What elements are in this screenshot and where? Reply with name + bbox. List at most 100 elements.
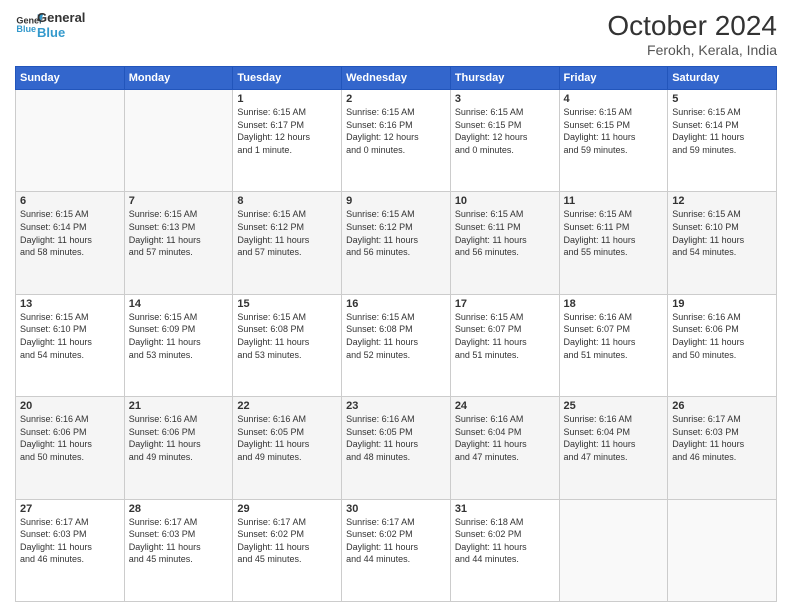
day-info: Sunrise: 6:16 AM Sunset: 6:04 PM Dayligh… bbox=[455, 413, 555, 463]
day-number: 5 bbox=[672, 93, 772, 105]
day-info: Sunrise: 6:16 AM Sunset: 6:06 PM Dayligh… bbox=[20, 413, 120, 463]
day-info: Sunrise: 6:17 AM Sunset: 6:03 PM Dayligh… bbox=[129, 516, 229, 566]
table-row: 15Sunrise: 6:15 AM Sunset: 6:08 PM Dayli… bbox=[233, 294, 342, 396]
day-number: 2 bbox=[346, 93, 446, 105]
day-info: Sunrise: 6:15 AM Sunset: 6:15 PM Dayligh… bbox=[455, 106, 555, 156]
table-row: 8Sunrise: 6:15 AM Sunset: 6:12 PM Daylig… bbox=[233, 192, 342, 294]
day-number: 21 bbox=[129, 400, 229, 412]
day-number: 31 bbox=[455, 503, 555, 515]
col-wednesday: Wednesday bbox=[342, 67, 451, 90]
table-row: 24Sunrise: 6:16 AM Sunset: 6:04 PM Dayli… bbox=[450, 397, 559, 499]
table-row: 22Sunrise: 6:16 AM Sunset: 6:05 PM Dayli… bbox=[233, 397, 342, 499]
table-row: 19Sunrise: 6:16 AM Sunset: 6:06 PM Dayli… bbox=[668, 294, 777, 396]
table-row bbox=[124, 90, 233, 192]
day-info: Sunrise: 6:15 AM Sunset: 6:11 PM Dayligh… bbox=[564, 208, 664, 258]
day-info: Sunrise: 6:15 AM Sunset: 6:17 PM Dayligh… bbox=[237, 106, 337, 156]
table-row: 10Sunrise: 6:15 AM Sunset: 6:11 PM Dayli… bbox=[450, 192, 559, 294]
day-info: Sunrise: 6:15 AM Sunset: 6:07 PM Dayligh… bbox=[455, 311, 555, 361]
col-friday: Friday bbox=[559, 67, 668, 90]
day-info: Sunrise: 6:17 AM Sunset: 6:03 PM Dayligh… bbox=[20, 516, 120, 566]
day-number: 4 bbox=[564, 93, 664, 105]
table-row: 14Sunrise: 6:15 AM Sunset: 6:09 PM Dayli… bbox=[124, 294, 233, 396]
day-number: 6 bbox=[20, 195, 120, 207]
day-number: 13 bbox=[20, 298, 120, 310]
day-number: 14 bbox=[129, 298, 229, 310]
calendar-week-row: 6Sunrise: 6:15 AM Sunset: 6:14 PM Daylig… bbox=[16, 192, 777, 294]
day-info: Sunrise: 6:15 AM Sunset: 6:14 PM Dayligh… bbox=[20, 208, 120, 258]
day-number: 27 bbox=[20, 503, 120, 515]
table-row: 18Sunrise: 6:16 AM Sunset: 6:07 PM Dayli… bbox=[559, 294, 668, 396]
table-row: 13Sunrise: 6:15 AM Sunset: 6:10 PM Dayli… bbox=[16, 294, 125, 396]
day-number: 8 bbox=[237, 195, 337, 207]
calendar-week-row: 1Sunrise: 6:15 AM Sunset: 6:17 PM Daylig… bbox=[16, 90, 777, 192]
day-number: 20 bbox=[20, 400, 120, 412]
day-number: 11 bbox=[564, 195, 664, 207]
day-info: Sunrise: 6:16 AM Sunset: 6:07 PM Dayligh… bbox=[564, 311, 664, 361]
table-row: 5Sunrise: 6:15 AM Sunset: 6:14 PM Daylig… bbox=[668, 90, 777, 192]
day-number: 19 bbox=[672, 298, 772, 310]
day-number: 26 bbox=[672, 400, 772, 412]
day-info: Sunrise: 6:16 AM Sunset: 6:04 PM Dayligh… bbox=[564, 413, 664, 463]
day-number: 17 bbox=[455, 298, 555, 310]
subtitle: Ferokh, Kerala, India bbox=[607, 42, 777, 58]
day-number: 9 bbox=[346, 195, 446, 207]
day-info: Sunrise: 6:15 AM Sunset: 6:14 PM Dayligh… bbox=[672, 106, 772, 156]
day-info: Sunrise: 6:15 AM Sunset: 6:10 PM Dayligh… bbox=[672, 208, 772, 258]
day-number: 7 bbox=[129, 195, 229, 207]
day-number: 28 bbox=[129, 503, 229, 515]
table-row bbox=[559, 499, 668, 601]
day-number: 22 bbox=[237, 400, 337, 412]
table-row: 4Sunrise: 6:15 AM Sunset: 6:15 PM Daylig… bbox=[559, 90, 668, 192]
day-info: Sunrise: 6:16 AM Sunset: 6:06 PM Dayligh… bbox=[129, 413, 229, 463]
table-row: 11Sunrise: 6:15 AM Sunset: 6:11 PM Dayli… bbox=[559, 192, 668, 294]
day-info: Sunrise: 6:15 AM Sunset: 6:15 PM Dayligh… bbox=[564, 106, 664, 156]
day-info: Sunrise: 6:15 AM Sunset: 6:13 PM Dayligh… bbox=[129, 208, 229, 258]
title-block: October 2024 Ferokh, Kerala, India bbox=[607, 10, 777, 58]
day-info: Sunrise: 6:15 AM Sunset: 6:08 PM Dayligh… bbox=[237, 311, 337, 361]
table-row: 12Sunrise: 6:15 AM Sunset: 6:10 PM Dayli… bbox=[668, 192, 777, 294]
table-row: 29Sunrise: 6:17 AM Sunset: 6:02 PM Dayli… bbox=[233, 499, 342, 601]
day-info: Sunrise: 6:17 AM Sunset: 6:02 PM Dayligh… bbox=[237, 516, 337, 566]
table-row: 7Sunrise: 6:15 AM Sunset: 6:13 PM Daylig… bbox=[124, 192, 233, 294]
day-number: 15 bbox=[237, 298, 337, 310]
col-sunday: Sunday bbox=[16, 67, 125, 90]
day-info: Sunrise: 6:17 AM Sunset: 6:02 PM Dayligh… bbox=[346, 516, 446, 566]
day-info: Sunrise: 6:16 AM Sunset: 6:06 PM Dayligh… bbox=[672, 311, 772, 361]
table-row bbox=[16, 90, 125, 192]
day-info: Sunrise: 6:15 AM Sunset: 6:10 PM Dayligh… bbox=[20, 311, 120, 361]
table-row: 17Sunrise: 6:15 AM Sunset: 6:07 PM Dayli… bbox=[450, 294, 559, 396]
table-row: 25Sunrise: 6:16 AM Sunset: 6:04 PM Dayli… bbox=[559, 397, 668, 499]
day-info: Sunrise: 6:16 AM Sunset: 6:05 PM Dayligh… bbox=[237, 413, 337, 463]
logo-blue: Blue bbox=[37, 25, 85, 40]
col-tuesday: Tuesday bbox=[233, 67, 342, 90]
table-row: 2Sunrise: 6:15 AM Sunset: 6:16 PM Daylig… bbox=[342, 90, 451, 192]
table-row: 21Sunrise: 6:16 AM Sunset: 6:06 PM Dayli… bbox=[124, 397, 233, 499]
calendar-week-row: 13Sunrise: 6:15 AM Sunset: 6:10 PM Dayli… bbox=[16, 294, 777, 396]
table-row: 28Sunrise: 6:17 AM Sunset: 6:03 PM Dayli… bbox=[124, 499, 233, 601]
table-row: 3Sunrise: 6:15 AM Sunset: 6:15 PM Daylig… bbox=[450, 90, 559, 192]
table-row: 23Sunrise: 6:16 AM Sunset: 6:05 PM Dayli… bbox=[342, 397, 451, 499]
day-number: 23 bbox=[346, 400, 446, 412]
day-number: 18 bbox=[564, 298, 664, 310]
day-info: Sunrise: 6:15 AM Sunset: 6:11 PM Dayligh… bbox=[455, 208, 555, 258]
day-info: Sunrise: 6:18 AM Sunset: 6:02 PM Dayligh… bbox=[455, 516, 555, 566]
day-number: 25 bbox=[564, 400, 664, 412]
day-number: 30 bbox=[346, 503, 446, 515]
table-row: 30Sunrise: 6:17 AM Sunset: 6:02 PM Dayli… bbox=[342, 499, 451, 601]
svg-text:Blue: Blue bbox=[16, 24, 36, 34]
day-number: 16 bbox=[346, 298, 446, 310]
day-info: Sunrise: 6:15 AM Sunset: 6:12 PM Dayligh… bbox=[237, 208, 337, 258]
table-row: 9Sunrise: 6:15 AM Sunset: 6:12 PM Daylig… bbox=[342, 192, 451, 294]
table-row: 27Sunrise: 6:17 AM Sunset: 6:03 PM Dayli… bbox=[16, 499, 125, 601]
header: General Blue General Blue October 2024 F… bbox=[15, 10, 777, 58]
day-info: Sunrise: 6:15 AM Sunset: 6:09 PM Dayligh… bbox=[129, 311, 229, 361]
calendar-header-row: Sunday Monday Tuesday Wednesday Thursday… bbox=[16, 67, 777, 90]
col-thursday: Thursday bbox=[450, 67, 559, 90]
day-info: Sunrise: 6:15 AM Sunset: 6:08 PM Dayligh… bbox=[346, 311, 446, 361]
day-number: 24 bbox=[455, 400, 555, 412]
logo: General Blue General Blue bbox=[15, 10, 85, 40]
day-number: 10 bbox=[455, 195, 555, 207]
col-monday: Monday bbox=[124, 67, 233, 90]
day-number: 12 bbox=[672, 195, 772, 207]
day-info: Sunrise: 6:15 AM Sunset: 6:12 PM Dayligh… bbox=[346, 208, 446, 258]
